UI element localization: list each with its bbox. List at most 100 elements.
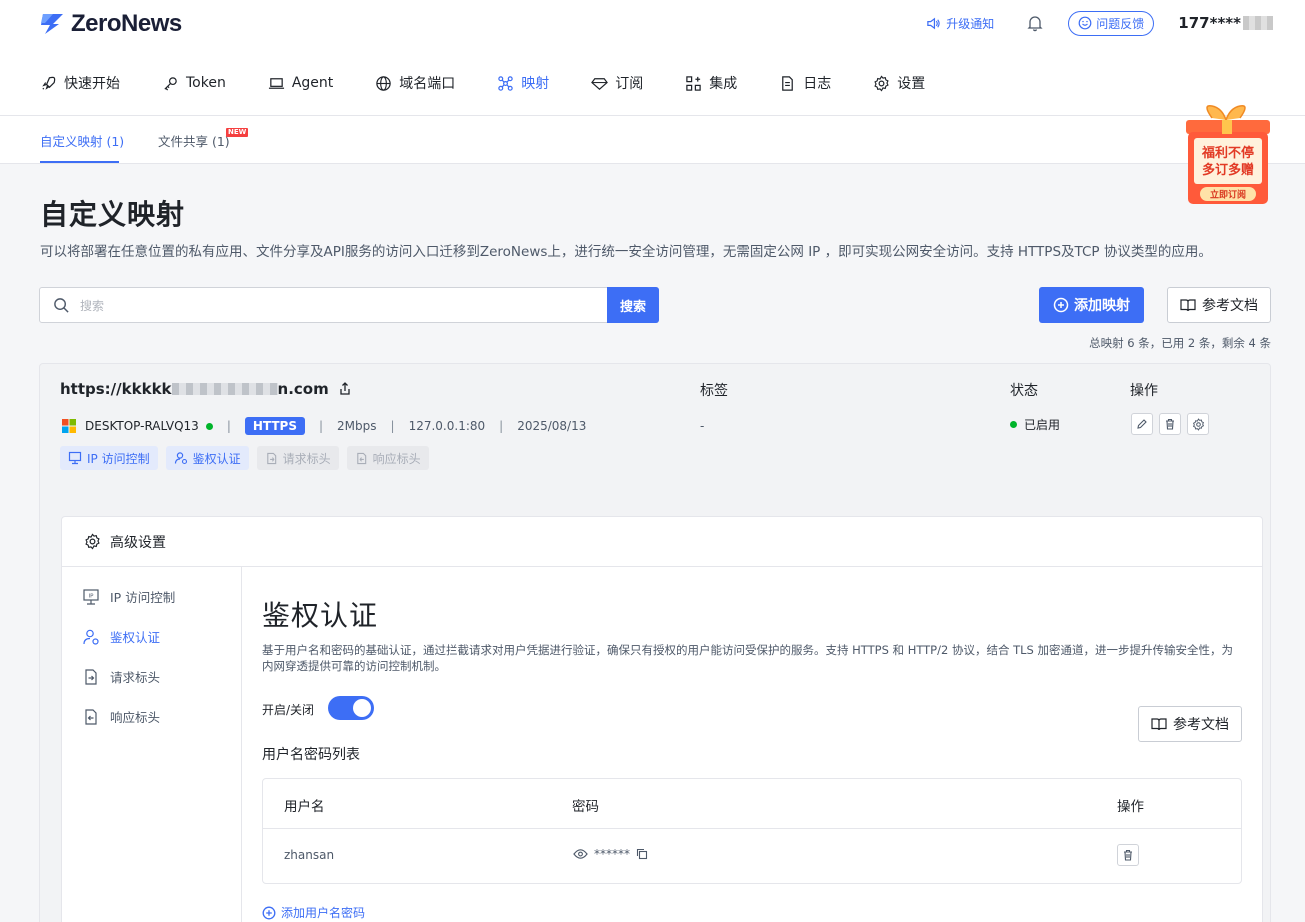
speaker-icon	[927, 17, 940, 29]
masked-username	[1243, 16, 1273, 30]
bell-icon[interactable]	[1026, 14, 1044, 32]
key-icon	[164, 76, 177, 91]
add-credential-link[interactable]: 添加用户名密码	[262, 904, 365, 921]
book-icon	[1180, 299, 1196, 312]
copy-icon[interactable]	[636, 848, 648, 860]
side-item-label: 响应标头	[110, 710, 161, 725]
nav-agent[interactable]: Agent	[268, 72, 333, 94]
request-header-icon	[266, 452, 276, 464]
side-item-ip-access[interactable]: IP IP 访问控制	[82, 587, 175, 606]
grid-icon	[686, 75, 702, 91]
chip-ip-access[interactable]: IP 访问控制	[60, 446, 158, 470]
page-title: 自定义映射	[40, 198, 186, 231]
nav-label: 订阅	[615, 76, 644, 92]
advanced-sidebar: IP IP 访问控制 鉴权认证 请求标头 响应标头	[62, 567, 242, 922]
ip-monitor-icon	[68, 451, 82, 465]
eye-icon[interactable]	[573, 848, 588, 860]
nav-logs[interactable]: 日志	[779, 72, 831, 94]
advanced-title: 高级设置	[110, 534, 166, 551]
section-title: 鉴权认证	[262, 599, 379, 632]
svg-text:IP: IP	[89, 593, 95, 599]
pencil-icon	[1137, 419, 1147, 429]
user-auth-icon	[174, 452, 187, 465]
promo-line-1: 福利不停	[1201, 145, 1254, 161]
nav-label: 映射	[521, 76, 550, 92]
add-mapping-label: 添加映射	[1074, 298, 1130, 314]
edit-button[interactable]	[1131, 413, 1153, 435]
header-username: 用户名	[284, 799, 325, 815]
nav-quick-start[interactable]: 快速开始	[40, 72, 120, 94]
auth-docs-button[interactable]: 参考文档	[1138, 706, 1242, 742]
chip-label: 鉴权认证	[192, 451, 241, 466]
created-date: 2025/08/13	[517, 419, 587, 433]
new-badge: NEW	[226, 128, 249, 137]
book-icon	[1151, 718, 1167, 731]
masked-domain	[171, 383, 278, 395]
section-description: 基于用户名和密码的基础认证，通过拦截请求对用户凭据进行验证，确保只有授权的用户能…	[262, 643, 1234, 673]
password-mask: ******	[594, 847, 630, 861]
chip-auth[interactable]: 鉴权认证	[165, 446, 249, 470]
delete-button[interactable]	[1159, 413, 1181, 435]
add-mapping-button[interactable]: 添加映射	[1039, 287, 1144, 323]
tab-custom-mapping[interactable]: 自定义映射 (1)	[40, 131, 124, 150]
header-password: 密码	[572, 799, 599, 815]
mapping-meta: DESKTOP-RALVQ13 | HTTPS | 2Mbps | 127.0.…	[62, 416, 586, 436]
plus-circle-icon	[262, 906, 276, 919]
promo-line-2: 多订多赠	[1202, 162, 1254, 178]
search-input[interactable]	[80, 296, 580, 316]
mapping-icon	[498, 75, 514, 91]
chip-request-headers[interactable]: 请求标头	[256, 446, 339, 470]
chip-label: 请求标头	[282, 451, 331, 466]
user-account[interactable]: 177****	[1178, 14, 1273, 32]
column-operations: 操作	[1130, 383, 1158, 399]
trash-icon	[1166, 418, 1174, 430]
nav-label: 集成	[709, 76, 738, 92]
mapping-url[interactable]: https://kkkkk n.com	[60, 380, 352, 398]
nav-settings[interactable]: 设置	[873, 72, 925, 94]
side-item-label: IP 访问控制	[110, 590, 176, 605]
nav-integration[interactable]: 集成	[685, 72, 737, 94]
chip-response-headers[interactable]: 响应标头	[346, 446, 429, 470]
nav-label: 域名端口	[399, 76, 456, 92]
toggle-label: 开启/关闭	[262, 703, 315, 717]
url-prefix: https://kkkkk	[60, 380, 172, 398]
agent-online-dot	[205, 422, 213, 430]
reference-docs-button[interactable]: 参考文档	[1167, 287, 1271, 323]
bandwidth: 2Mbps	[337, 419, 377, 433]
mapping-card: https://kkkkk n.com 标签 状态 操作 DESKTOP-RAL…	[39, 363, 1271, 922]
row-password: ******	[573, 847, 648, 861]
nav-token[interactable]: Token	[162, 72, 226, 94]
auth-toggle-switch[interactable]	[328, 696, 374, 720]
url-suffix: n.com	[277, 380, 329, 398]
nav-mapping[interactable]: 映射	[497, 72, 549, 94]
brand-name: ZeroNews	[71, 10, 182, 37]
delete-credential-button[interactable]	[1117, 844, 1139, 866]
brand-logo[interactable]: ZeroNews	[39, 10, 182, 38]
response-header-icon	[356, 452, 366, 464]
local-address: 127.0.0.1:80	[408, 419, 486, 433]
nav-domain-port[interactable]: 域名端口	[375, 72, 455, 94]
row-username: zhansan	[284, 848, 335, 862]
windows-icon	[62, 419, 76, 433]
side-item-response-headers[interactable]: 响应标头	[82, 707, 160, 726]
side-item-request-headers[interactable]: 请求标头	[82, 667, 160, 686]
tag-value: -	[700, 419, 705, 433]
feedback-button[interactable]: 问题反馈	[1068, 10, 1155, 36]
search-bar: 搜索	[39, 287, 659, 323]
upgrade-notice-link[interactable]: 升级通知	[926, 15, 994, 32]
nav-subscription[interactable]: 订阅	[591, 72, 643, 94]
promo-gift-banner[interactable]: 福利不停 多订多赠 立即订阅	[1182, 104, 1272, 208]
side-item-auth[interactable]: 鉴权认证	[82, 627, 160, 646]
column-status: 状态	[1010, 383, 1038, 399]
settings-button[interactable]	[1187, 413, 1209, 435]
feedback-label: 问题反馈	[1096, 16, 1145, 31]
status-text: 已启用	[1024, 418, 1061, 432]
user-name: 177****	[1178, 14, 1241, 32]
nav-label: 快速开始	[64, 76, 120, 92]
side-item-label: 请求标头	[110, 670, 161, 685]
tab-file-sharing[interactable]: 文件共享 (1)	[158, 131, 230, 150]
gear-icon	[85, 533, 100, 550]
share-icon[interactable]	[338, 382, 352, 396]
search-button[interactable]: 搜索	[607, 287, 659, 323]
search-icon	[54, 298, 69, 313]
